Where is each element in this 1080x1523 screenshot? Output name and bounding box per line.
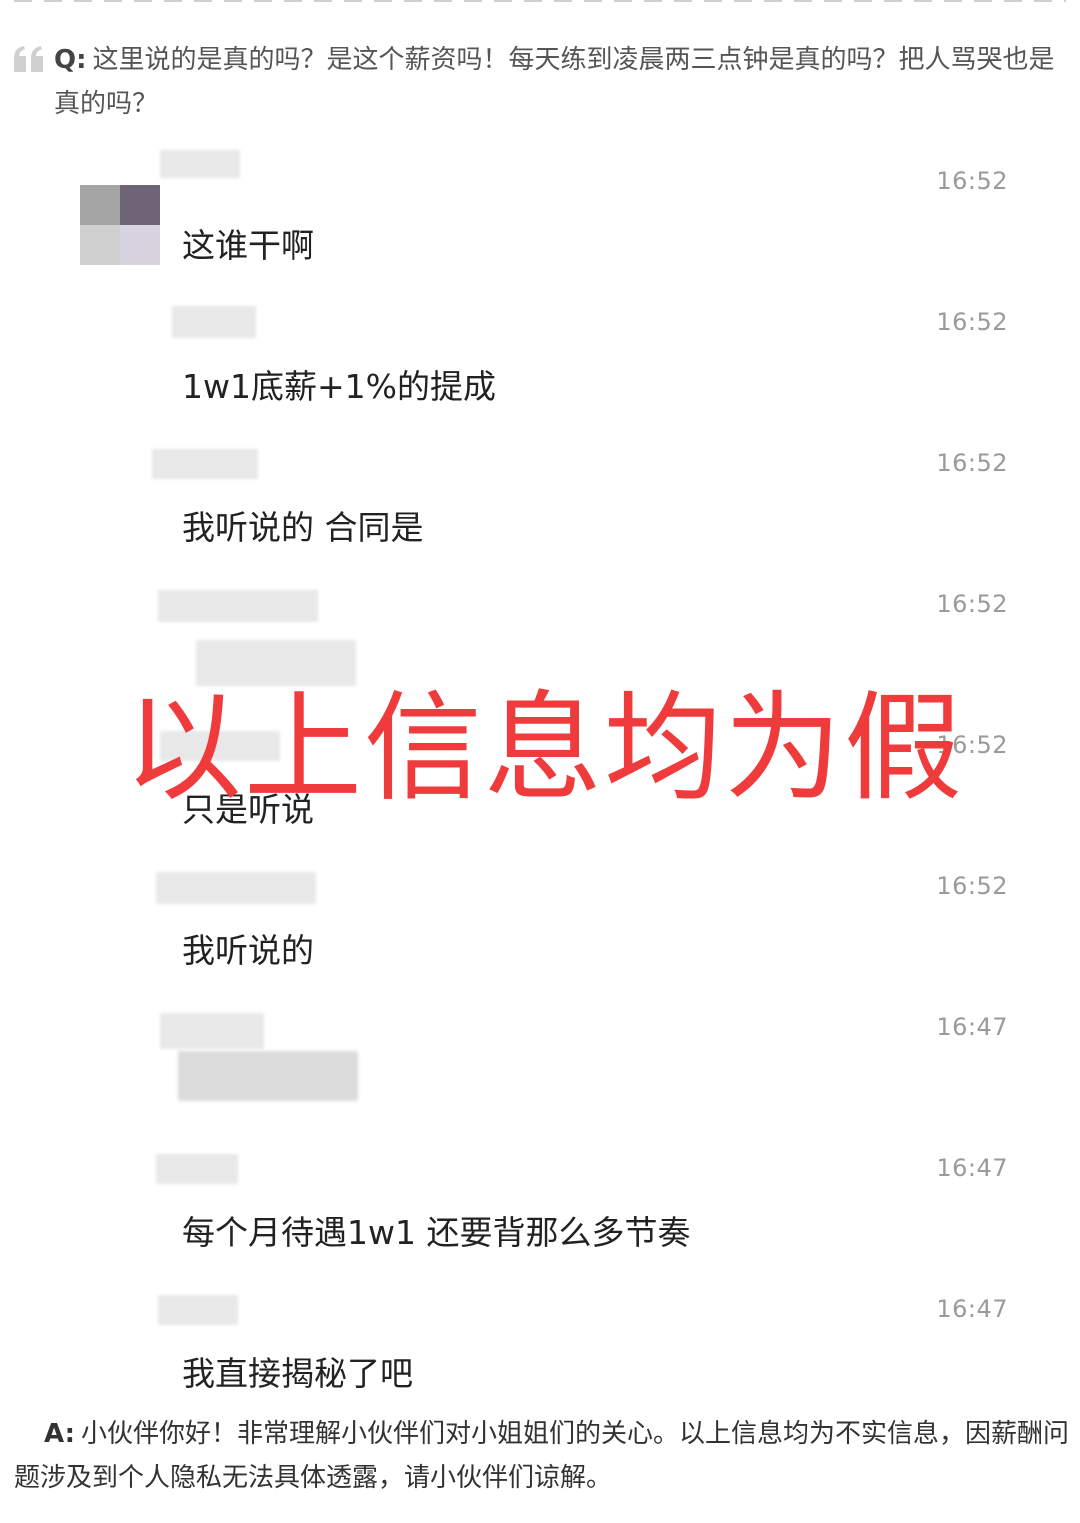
censored-message: [196, 640, 356, 686]
chat-message: 16:52 这谁干啊: [0, 145, 1080, 286]
chat-message: 16:52 我听说的 合同是: [0, 427, 1080, 568]
timestamp: 16:52: [936, 872, 1008, 900]
message-text: 我直接揭秘了吧: [182, 1354, 413, 1393]
timestamp: 16:47: [936, 1154, 1008, 1182]
chat-message: 16:52 只是听说: [0, 709, 1080, 850]
censored-username: [160, 1013, 264, 1049]
censored-username: [172, 306, 256, 338]
chat-message: 16:47: [0, 991, 1080, 1132]
timestamp: 16:47: [936, 1013, 1008, 1041]
timestamp: 16:52: [936, 590, 1008, 618]
answer-label: A:: [44, 1419, 76, 1449]
timestamp: 16:47: [936, 1295, 1008, 1323]
chat-message: 16:47 每个月待遇1w1 还要背那么多节奏: [0, 1132, 1080, 1273]
timestamp: 16:52: [936, 731, 1008, 759]
question-block: Q: 这里说的是真的吗？是这个薪资吗！每天练到凌晨两三点钟是真的吗？把人骂哭也是真…: [54, 38, 1064, 126]
censored-username: [158, 1295, 238, 1325]
censored-username: [158, 590, 318, 622]
question-label: Q:: [54, 45, 87, 75]
censored-username: [156, 872, 316, 904]
censored-message: [178, 1051, 358, 1101]
message-text: 只是听说: [182, 790, 314, 829]
message-text: 我听说的 合同是: [182, 508, 424, 547]
message-text: 每个月待遇1w1 还要背那么多节奏: [182, 1213, 691, 1252]
answer-block: A: 小伙伴你好！非常理解小伙伴们对小姐姐们的关心。以上信息均为不实信息，因薪酬问…: [14, 1412, 1070, 1500]
censored-username: [156, 1154, 238, 1184]
chat-message: 16:52 1w1底薪+1%的提成: [0, 286, 1080, 427]
timestamp: 16:52: [936, 167, 1008, 195]
chat-message: 16:47 我直接揭秘了吧: [0, 1273, 1080, 1414]
timestamp: 16:52: [936, 449, 1008, 477]
avatar: [80, 185, 160, 265]
message-text: 我听说的: [182, 931, 314, 970]
answer-text: 小伙伴你好！非常理解小伙伴们对小姐姐们的关心。以上信息均为不实信息，因薪酬问题涉…: [14, 1419, 1070, 1493]
censored-username: [152, 449, 258, 479]
message-text: 这谁干啊: [182, 226, 314, 265]
chat-message: 16:52: [0, 568, 1080, 709]
message-text: 1w1底薪+1%的提成: [182, 367, 496, 406]
timestamp: 16:52: [936, 308, 1008, 336]
chat-message: 16:52 我听说的: [0, 850, 1080, 991]
question-text: 这里说的是真的吗？是这个薪资吗！每天练到凌晨两三点钟是真的吗？把人骂哭也是真的吗…: [54, 45, 1055, 119]
censored-username: [160, 731, 280, 761]
censored-username: [160, 150, 240, 178]
top-dashed-divider: [14, 0, 1066, 2]
quote-icon: [14, 46, 43, 72]
